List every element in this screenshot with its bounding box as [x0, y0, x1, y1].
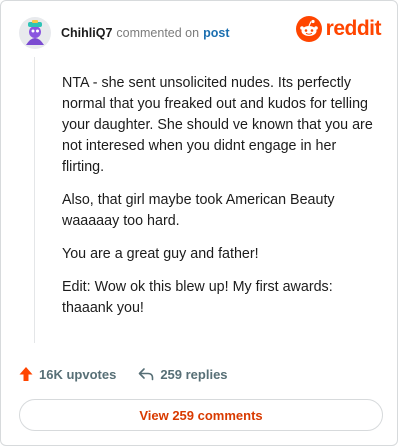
- comment-actions: 16K upvotes 259 replies: [19, 366, 228, 382]
- thread-line: [34, 57, 35, 343]
- upvote-arrow-icon: [19, 367, 33, 381]
- replies-action[interactable]: 259 replies: [138, 366, 228, 382]
- view-comments-button[interactable]: View 259 comments: [19, 399, 383, 431]
- reply-count: 259 replies: [160, 366, 228, 382]
- comment-meta: ChihliQ7 commented on post: [61, 26, 229, 40]
- avatar[interactable]: [19, 17, 51, 49]
- upvote-count: 16K upvotes: [39, 366, 117, 382]
- action-text: commented on: [116, 26, 200, 40]
- upvote-action[interactable]: 16K upvotes: [19, 366, 116, 382]
- comment-paragraph: Edit: Wow ok this blew up! My first awar…: [62, 279, 333, 316]
- username[interactable]: ChihliQ7: [61, 26, 112, 40]
- comment-paragraph: Also, that girl maybe took American Beau…: [62, 192, 335, 229]
- post-link[interactable]: post: [203, 26, 229, 40]
- comment-body: NTA - she sent unsolicited nudes. Its pe…: [62, 73, 380, 331]
- comment-paragraph: NTA - she sent unsolicited nudes. Its pe…: [62, 75, 373, 175]
- comment-card: ChihliQ7 commented on post reddit NTA - …: [0, 0, 398, 446]
- reddit-wordmark: reddit: [325, 17, 382, 40]
- reply-arrow-icon: [139, 368, 154, 381]
- comment-paragraph: You are a great guy and father!: [62, 246, 259, 262]
- reddit-logo[interactable]: reddit: [295, 16, 382, 42]
- reddit-alien-icon: [295, 16, 322, 42]
- comment-header: ChihliQ7 commented on post reddit: [19, 16, 382, 49]
